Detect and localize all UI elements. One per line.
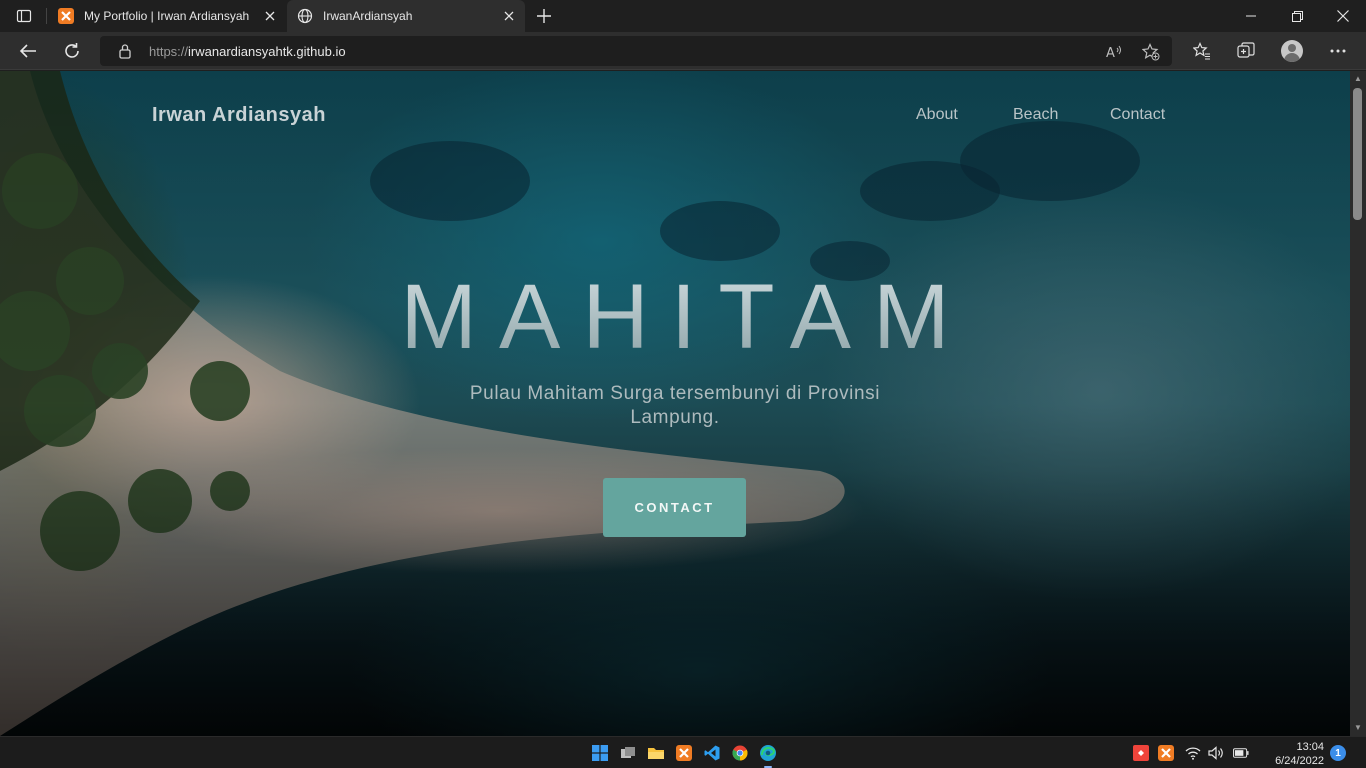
task-view-button[interactable] <box>617 742 639 764</box>
settings-more-button[interactable] <box>1323 37 1353 65</box>
edge-icon <box>760 745 776 761</box>
restore-icon <box>1291 10 1303 22</box>
start-button[interactable] <box>589 742 611 764</box>
lock-icon <box>119 44 131 59</box>
tab-bar: My Portfolio | Irwan Ardiansyah IrwanArd… <box>0 0 1366 32</box>
close-window-button[interactable] <box>1320 0 1366 32</box>
tab-actions-icon <box>16 9 32 23</box>
wifi-icon <box>1185 747 1201 760</box>
scroll-up-arrow-icon[interactable]: ▲ <box>1353 74 1363 84</box>
clock-date: 6/24/2022 <box>1275 755 1324 767</box>
favorites-icon <box>1193 42 1210 60</box>
battery-icon <box>1233 748 1249 758</box>
star-add-icon <box>1142 43 1160 61</box>
favorites-button[interactable] <box>1187 37 1217 65</box>
address-bar[interactable]: https://irwanardiansyahtk.github.io A <box>100 36 1172 66</box>
edge-button[interactable] <box>757 742 779 768</box>
restore-button[interactable] <box>1274 0 1320 32</box>
new-tab-button[interactable] <box>534 6 554 26</box>
arrow-left-icon <box>19 44 36 58</box>
minimize-button[interactable] <box>1228 0 1274 32</box>
more-icon <box>1330 49 1346 53</box>
xampp-favicon-icon <box>58 8 74 24</box>
close-icon <box>265 11 275 21</box>
collections-icon <box>1237 42 1255 58</box>
wifi-tray-button[interactable] <box>1185 745 1201 761</box>
avatar-body <box>1284 53 1300 62</box>
tab-actions-button[interactable] <box>10 6 38 26</box>
vscode-icon <box>704 745 720 761</box>
windows-start-icon <box>592 745 608 761</box>
hero-subtitle: Pulau Mahitam Surga tersembunyi di Provi… <box>469 383 881 428</box>
vscode-button[interactable] <box>701 742 723 764</box>
svg-text:A: A <box>1106 46 1115 60</box>
tab-title: IrwanArdiansyah <box>323 9 413 23</box>
tab-irwanardiansyah[interactable]: IrwanArdiansyah <box>287 0 525 32</box>
xampp-icon <box>676 745 692 761</box>
scrollbar-thumb[interactable] <box>1353 88 1362 220</box>
anydesk-tray-button[interactable] <box>1133 745 1149 761</box>
minimize-icon <box>1246 15 1256 17</box>
battery-tray-button[interactable] <box>1233 745 1249 761</box>
xampp-icon <box>1158 745 1174 761</box>
close-icon <box>504 11 514 21</box>
tab-close-button[interactable] <box>499 6 519 26</box>
tab-my-portfolio[interactable]: My Portfolio | Irwan Ardiansyah <box>48 0 286 32</box>
notification-badge[interactable]: 1 <box>1330 745 1346 761</box>
xampp-tray-button[interactable] <box>1158 745 1174 761</box>
toolbar: https://irwanardiansyahtk.github.io A <box>0 32 1366 70</box>
file-explorer-icon <box>648 748 664 759</box>
avatar-head <box>1288 44 1296 52</box>
chrome-button[interactable] <box>729 742 751 764</box>
clock-time: 13:04 <box>1296 741 1324 753</box>
plus-icon <box>537 9 551 23</box>
site-brand-link[interactable]: Irwan Ardiansyah <box>152 104 326 127</box>
tab-separator <box>46 8 47 24</box>
windows-taskbar: 13:04 6/24/2022 1 <box>0 736 1366 768</box>
collections-button[interactable] <box>1231 37 1261 65</box>
chrome-icon <box>732 745 748 761</box>
page-scrollbar[interactable]: ▲ ▼ <box>1350 71 1366 736</box>
url-text: https://irwanardiansyahtk.github.io <box>149 44 346 59</box>
url-scheme: https:// <box>149 44 189 59</box>
globe-icon <box>297 8 313 24</box>
add-favorite-button[interactable] <box>1142 43 1160 61</box>
url-host: irwanardiansyahtk.github.io <box>188 44 346 59</box>
system-clock[interactable]: 13:04 6/24/2022 <box>1260 740 1324 768</box>
refresh-button[interactable] <box>56 37 88 65</box>
file-explorer-button[interactable] <box>645 742 667 764</box>
tab-close-button[interactable] <box>260 6 280 26</box>
nav-about-link[interactable]: About <box>916 106 958 124</box>
refresh-icon <box>65 43 79 58</box>
nav-contact-link[interactable]: Contact <box>1110 106 1165 124</box>
nav-beach-link[interactable]: Beach <box>1013 106 1058 124</box>
speaker-icon <box>1208 746 1223 760</box>
volume-tray-button[interactable] <box>1208 745 1224 761</box>
scroll-down-arrow-icon[interactable]: ▼ <box>1353 723 1363 733</box>
page-viewport: Irwan Ardiansyah About Beach Contact MAH… <box>0 71 1350 736</box>
read-aloud-button[interactable]: A <box>1106 43 1124 61</box>
hero-title: MAHITAM <box>0 265 1350 370</box>
tab-title: My Portfolio | Irwan Ardiansyah <box>84 9 250 23</box>
xampp-button[interactable] <box>673 742 695 764</box>
task-view-icon <box>621 747 635 758</box>
close-icon <box>1337 10 1349 22</box>
anydesk-icon <box>1133 745 1149 761</box>
read-aloud-icon: A <box>1106 45 1121 60</box>
back-button[interactable] <box>12 37 44 65</box>
profile-avatar-button[interactable] <box>1281 40 1303 62</box>
contact-button[interactable]: CONTACT <box>603 478 746 537</box>
